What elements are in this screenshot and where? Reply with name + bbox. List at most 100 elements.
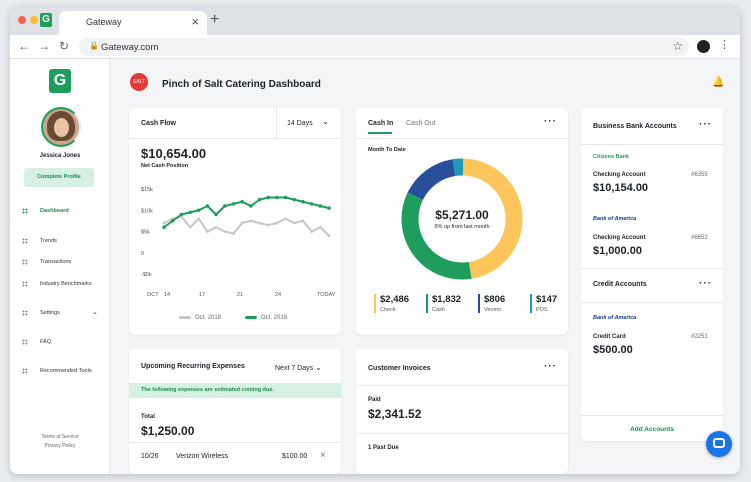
citizens-bank-logo: Citizens Bank	[593, 154, 630, 160]
data-point	[309, 202, 314, 206]
browser-tab[interactable]: Gateway ×	[59, 11, 207, 35]
y-tick-label: $10k	[141, 208, 153, 214]
app-favicon: G	[40, 13, 52, 27]
forward-icon[interactable]: →	[38, 39, 50, 53]
browser-menu-icon[interactable]: ⋮	[719, 38, 730, 51]
data-point	[318, 204, 323, 208]
account-balance: $500.00	[593, 344, 633, 356]
chat-icon	[713, 438, 725, 448]
bell-icon[interactable]: 🔔	[712, 77, 724, 88]
back-icon[interactable]: ←	[18, 39, 30, 53]
new-tab-icon[interactable]: +	[210, 11, 219, 29]
customer-invoices-card: Customer Invoices ··· Paid $2,341.52 1 P…	[356, 349, 568, 474]
divider	[581, 302, 723, 303]
breakdown-label: Venmo	[484, 307, 502, 313]
divider	[581, 268, 723, 269]
data-point	[170, 219, 175, 223]
address-bar: ← → ↻ 🔒 Gateway.com ☆ ⋮	[10, 35, 740, 59]
divider	[356, 385, 568, 386]
sidebar-item-recommended-tools[interactable]: Recommended Tools	[10, 365, 110, 379]
gateway-logo[interactable]: G	[49, 69, 71, 93]
data-point	[162, 225, 166, 230]
breakdown-pos: $147 POS	[530, 294, 557, 313]
breakdown-label: Cash	[432, 307, 445, 313]
tab-cash-out[interactable]: Cash Out	[406, 120, 436, 127]
add-accounts-link[interactable]: Add Accounts	[581, 426, 723, 433]
breakdown-venmo: $806 Venmo	[478, 294, 505, 313]
reload-icon[interactable]: ↻	[59, 39, 69, 53]
breakdown-cash: $1,832 Cash	[426, 294, 461, 313]
period-label: Month To Date	[368, 147, 406, 153]
tab-cash-in[interactable]: Cash In	[368, 120, 393, 127]
tab-title: Gateway	[86, 17, 122, 27]
more-icon[interactable]: ···	[699, 278, 712, 289]
bank-of-america-logo: Bank of America	[593, 216, 637, 222]
profile-avatar-icon[interactable]	[697, 40, 710, 53]
data-point	[197, 217, 201, 221]
x-tick-label: 17	[199, 292, 205, 298]
sidebar-item-dashboard[interactable]: Dashboard	[10, 205, 110, 219]
sidebar-item-trends[interactable]: Trends	[10, 235, 110, 249]
cash-flow-card: Cash Flow 14 Days ⌄ $10,654.00 Net Cash …	[129, 108, 341, 335]
x-tick-label: 21	[237, 292, 243, 298]
paid-label: Paid	[368, 397, 381, 403]
range-dropdown[interactable]: 14 Days ⌄	[276, 108, 341, 138]
page-title: Pinch of Salt Catering Dashboard	[162, 79, 321, 90]
data-point	[292, 221, 296, 225]
chat-button[interactable]	[706, 431, 732, 457]
sidebar-item-faq[interactable]: FAQ	[10, 336, 110, 350]
close-tab-icon[interactable]: ×	[191, 14, 199, 29]
divider	[129, 442, 341, 443]
grid-icon	[22, 208, 28, 214]
user-avatar[interactable]	[41, 107, 81, 147]
expenses-range-dropdown[interactable]: Next 7 Days ⌄	[275, 363, 322, 372]
x-tick-label: 24	[275, 292, 281, 298]
bank-accounts-card: Business Bank Accounts ··· Citizens Bank…	[581, 108, 723, 441]
y-tick-label: $15k	[141, 187, 153, 193]
bank-accounts-title: Business Bank Accounts	[593, 123, 677, 130]
business-logo: SALT	[130, 73, 148, 91]
range-value: 14 Days	[287, 120, 313, 127]
breakdown-value: $1,832	[432, 294, 462, 305]
y-tick-label: $5k	[141, 230, 150, 236]
url-field[interactable]: 🔒 Gateway.com ☆	[79, 38, 689, 56]
legend-2018: Oct. 2018	[179, 315, 221, 321]
more-icon[interactable]: ···	[699, 119, 712, 130]
paid-amount: $2,341.52	[368, 407, 422, 421]
data-point	[301, 219, 305, 223]
data-point	[301, 199, 305, 204]
more-icon[interactable]: ···	[544, 116, 557, 127]
data-point	[275, 221, 279, 225]
data-point	[179, 212, 184, 217]
grid-icon	[22, 310, 28, 316]
expense-date: 10/26	[141, 453, 159, 460]
data-point	[249, 204, 253, 208]
divider	[581, 415, 723, 416]
y-tick-label: 0	[141, 251, 144, 257]
more-icon[interactable]: ···	[544, 361, 557, 372]
bookmark-star-icon[interactable]: ☆	[672, 39, 683, 53]
remove-expense-icon[interactable]: ×	[320, 450, 326, 461]
data-point	[214, 212, 218, 217]
minimize-window-dot[interactable]	[30, 16, 38, 24]
cash-flow-chart: $15k $10k $5k 0 -$5k OCT 14 17 21 24 TODAY	[141, 187, 336, 298]
data-point	[206, 230, 209, 233]
sidebar-item-industry-benchmarks[interactable]: Industry Benchmarks	[10, 278, 110, 292]
close-window-dot[interactable]	[18, 16, 26, 24]
grid-icon	[22, 368, 28, 374]
y-tick-label: -$5k	[141, 272, 152, 278]
complete-profile-button[interactable]: Complete Profile	[24, 168, 94, 187]
grid-icon	[22, 238, 28, 244]
cash-in-change: 6% up from last month	[434, 224, 490, 230]
data-point	[310, 230, 314, 233]
terms-link[interactable]: Terms of Service	[10, 434, 110, 440]
sidebar-item-settings[interactable]: Settings ⌄	[10, 307, 110, 321]
account-type: Checking Account	[593, 235, 646, 241]
privacy-link[interactable]: Privacy Policy	[10, 443, 110, 449]
cash-in-card: Cash In Cash Out ··· Month To Date $5,27…	[356, 108, 568, 335]
credit-accounts-title: Credit Accounts	[593, 281, 647, 288]
active-tab-underline	[368, 132, 392, 134]
sidebar-item-transactions[interactable]: Transactions	[10, 256, 110, 270]
data-point	[205, 204, 210, 208]
data-point	[258, 221, 261, 225]
